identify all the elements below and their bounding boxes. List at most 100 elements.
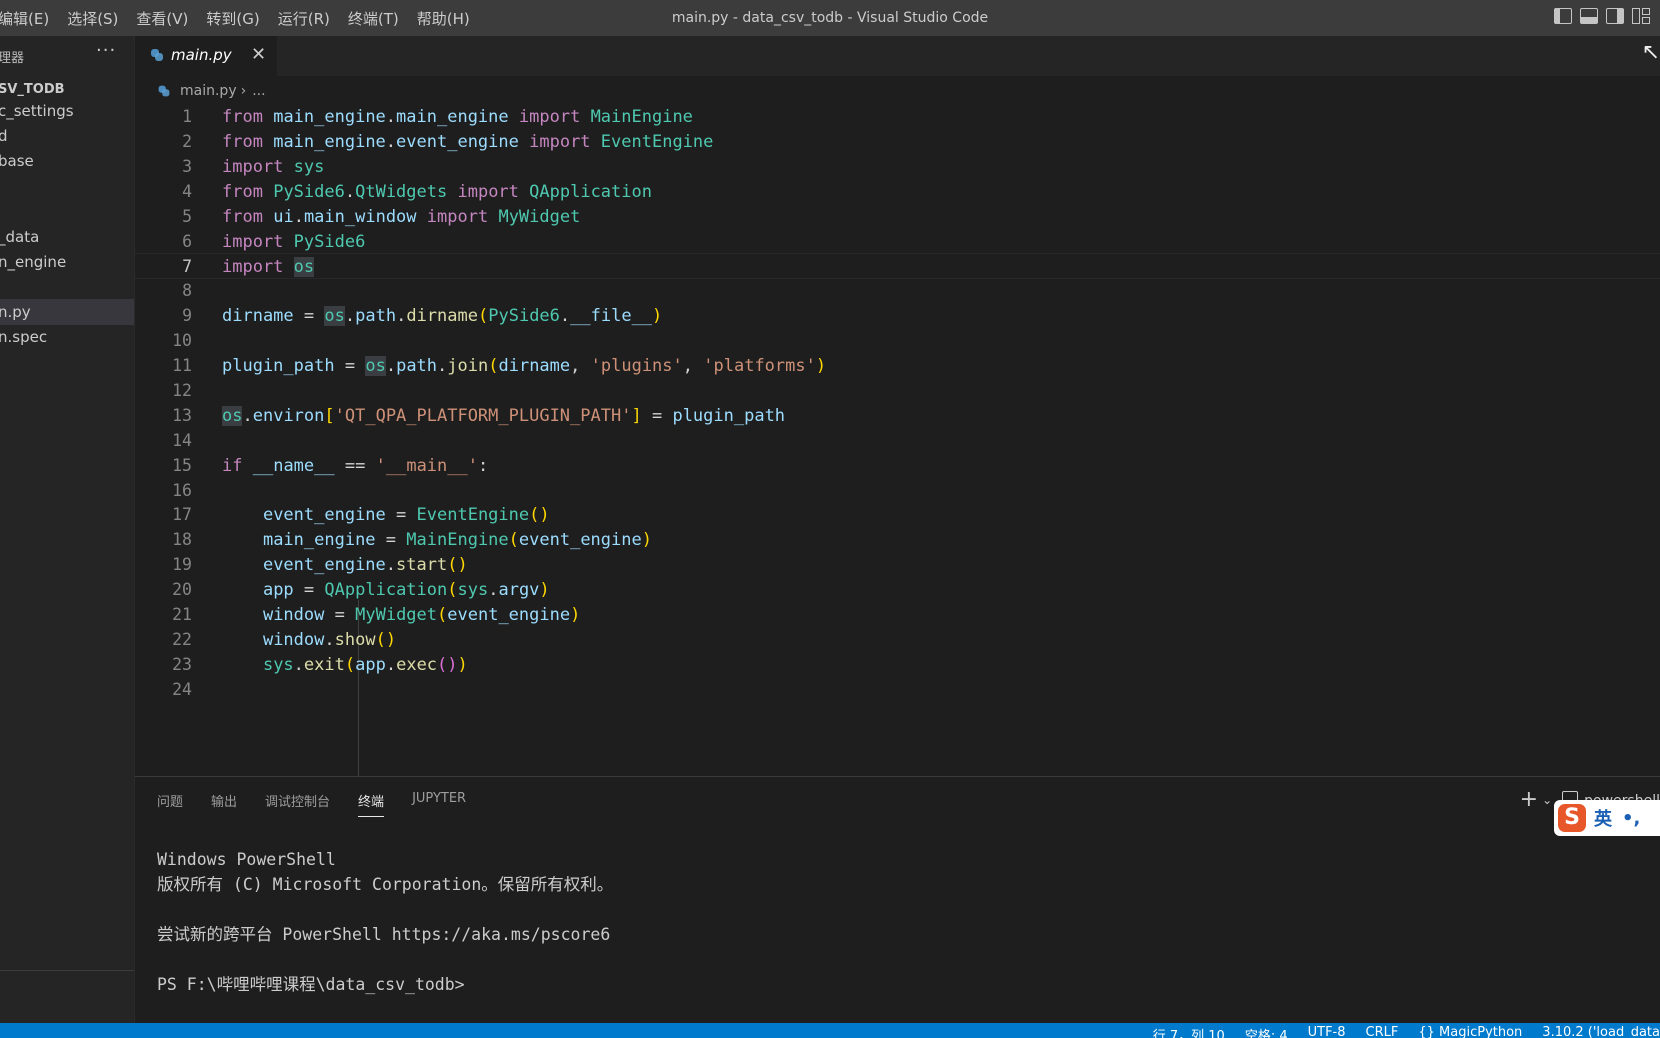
code-line[interactable]: 1 from main_engine.main_engine import Mai… [135, 104, 1660, 130]
python-file-icon [158, 85, 170, 97]
code-line[interactable]: 9 dirname = os.path.dirname(PySide6.__fil… [135, 303, 1660, 329]
code-text: import sys [222, 156, 325, 177]
new-terminal-icon[interactable]: + [1520, 787, 1538, 812]
code-line[interactable]: 7 import os [135, 253, 1660, 280]
tab-debug-console[interactable]: 调试控制台 [265, 791, 330, 817]
menu-run[interactable]: 运行(R) [278, 8, 330, 29]
bottom-panel: 问题 输出 调试控制台 终端 JUPYTER + ⌄ powershell Wi… [135, 776, 1660, 1024]
workspace-root-folder[interactable]: SV_TODB [0, 82, 65, 97]
toggle-secondary-sidebar-icon[interactable] [1606, 8, 1624, 24]
code-line[interactable]: 3 import sys [135, 154, 1660, 180]
code-line[interactable]: 5 from ui.main_window import MyWidget [135, 204, 1660, 230]
code-line[interactable]: 8 [135, 278, 1660, 304]
code-line[interactable]: 12 [135, 378, 1660, 404]
terminal-output[interactable]: Windows PowerShell 版权所有 (C) Microsoft Co… [157, 847, 613, 997]
python-file-icon [151, 49, 163, 61]
status-cursor-position[interactable]: 行 7，列 10 [1153, 1025, 1225, 1038]
tab-problems[interactable]: 问题 [157, 791, 183, 817]
explorer-item[interactable]: c_settings [0, 98, 134, 124]
menu-selection[interactable]: 选择(S) [67, 8, 118, 29]
code-line[interactable]: 2 from main_engine.event_engine import Ev… [135, 129, 1660, 155]
panel-tabs: 问题 输出 调试控制台 终端 JUPYTER [157, 791, 466, 817]
code-line[interactable]: 14 [135, 428, 1660, 454]
line-number: 7 [182, 257, 192, 277]
code-line[interactable]: 20 app = QApplication(sys.argv) [135, 577, 1660, 603]
close-icon[interactable]: ✕ [251, 44, 266, 65]
explorer-item[interactable]: n_engine [0, 249, 134, 275]
menu-view[interactable]: 查看(V) [136, 8, 188, 29]
status-interpreter[interactable]: 3.10.2 ('load_data [1542, 1025, 1660, 1038]
code-text: window = MyWidget(event_engine) [262, 605, 581, 625]
breadcrumb-symbol[interactable]: ... [252, 83, 265, 99]
code-text: from ui.main_window import MyWidget [222, 206, 581, 227]
code-line[interactable]: 21 window = MyWidget(event_engine) [135, 602, 1660, 628]
code-line[interactable]: 19 event_engine.start() [135, 552, 1660, 578]
tab-terminal[interactable]: 终端 [358, 791, 385, 817]
code-line[interactable]: 13 os.environ['QT_QPA_PLATFORM_PLUGIN_PAT… [135, 403, 1660, 429]
code-text: plugin_path = os.path.join(dirname, 'plu… [222, 356, 827, 376]
line-number: 14 [172, 430, 192, 450]
menu-bar: 编辑(E) 选择(S) 查看(V) 转到(G) 运行(R) 终端(T) 帮助(H… [0, 0, 488, 36]
tab-output[interactable]: 输出 [211, 791, 237, 817]
line-number: 22 [172, 629, 192, 649]
line-number: 4 [182, 181, 192, 201]
more-actions-icon[interactable]: ··· [96, 40, 116, 61]
menu-terminal[interactable]: 终端(T) [348, 8, 399, 29]
code-line[interactable]: 17 event_engine = EventEngine() [135, 502, 1660, 528]
explorer-item[interactable]: _data [0, 224, 134, 250]
code-line[interactable]: 16 [135, 478, 1660, 504]
menu-edit[interactable]: 编辑(E) [0, 8, 49, 29]
status-indentation[interactable]: 空格: 4 [1245, 1025, 1288, 1038]
code-line[interactable]: 6 import PySide6 [135, 229, 1660, 255]
breadcrumb: main.py › ... [158, 80, 266, 102]
code-line[interactable]: 10 [135, 328, 1660, 354]
line-number: 5 [182, 206, 192, 226]
code-line[interactable]: 15 if __name__ == '__main__': [135, 453, 1660, 479]
code-text: from main_engine.event_engine import Eve… [222, 131, 714, 152]
breadcrumb-file[interactable]: main.py [180, 83, 237, 99]
code-line[interactable]: 11 plugin_path = os.path.join(dirname, 'p… [135, 353, 1660, 379]
status-items: 行 7，列 10 空格: 4 UTF-8 CRLF {} MagicPython… [1153, 1025, 1660, 1038]
tab-jupyter[interactable]: JUPYTER [412, 791, 466, 817]
code-line[interactable]: 23 sys.exit(app.exec()) [135, 652, 1660, 678]
line-number: 18 [172, 530, 192, 550]
line-number: 13 [172, 405, 192, 425]
ime-mode[interactable]: 英 [1594, 805, 1612, 831]
line-number: 20 [172, 580, 192, 600]
line-number: 3 [182, 156, 192, 176]
code-text: window.show() [262, 629, 397, 650]
customize-layout-icon[interactable] [1632, 8, 1650, 24]
status-language[interactable]: {} MagicPython [1418, 1025, 1522, 1038]
ime-punctuation[interactable]: •, [1622, 808, 1640, 829]
code-text: event_engine = EventEngine() [262, 505, 550, 526]
sidebar-divider [0, 970, 134, 971]
code-text: event_engine.start() [262, 555, 468, 576]
code-line[interactable]: 18 main_engine = MainEngine(event_engine… [135, 527, 1660, 553]
menu-go[interactable]: 转到(G) [206, 8, 259, 29]
toggle-primary-sidebar-icon[interactable] [1554, 8, 1572, 24]
status-eol[interactable]: CRLF [1366, 1025, 1399, 1038]
status-encoding[interactable]: UTF-8 [1308, 1025, 1346, 1038]
code-line[interactable]: 4 from PySide6.QtWidgets import QApplicat… [135, 179, 1660, 205]
ime-toolbar[interactable]: S 英 •, [1554, 800, 1660, 836]
explorer-item-selected[interactable]: n.py [0, 299, 134, 325]
chevron-down-icon[interactable]: ⌄ [1542, 793, 1552, 807]
sogou-logo-icon: S [1558, 804, 1586, 832]
explorer-item[interactable]: n.spec [0, 324, 134, 350]
code-text: import os [222, 257, 315, 278]
explorer-sidebar: 理器 ··· SV_TODB c_settings d base _data n… [0, 36, 135, 1023]
terminal-line: 版权所有 (C) Microsoft Corporation。保留所有权利。 [157, 875, 614, 894]
code-text: from main_engine.main_engine import Main… [222, 107, 693, 127]
explorer-item[interactable]: d [0, 123, 134, 149]
code-line[interactable]: 22 window.show() [135, 627, 1660, 653]
tab-label: main.py [171, 46, 232, 64]
tab-main-py[interactable]: main.py ✕ [135, 36, 277, 76]
code-editor[interactable]: 1 from main_engine.main_engine import Mai… [135, 104, 1660, 812]
line-number: 17 [172, 505, 192, 525]
explorer-item[interactable]: base [0, 148, 134, 174]
code-line[interactable]: 24 [135, 677, 1660, 703]
line-number: 21 [172, 605, 192, 624]
toggle-panel-icon[interactable] [1580, 8, 1598, 24]
menu-help[interactable]: 帮助(H) [417, 8, 470, 29]
